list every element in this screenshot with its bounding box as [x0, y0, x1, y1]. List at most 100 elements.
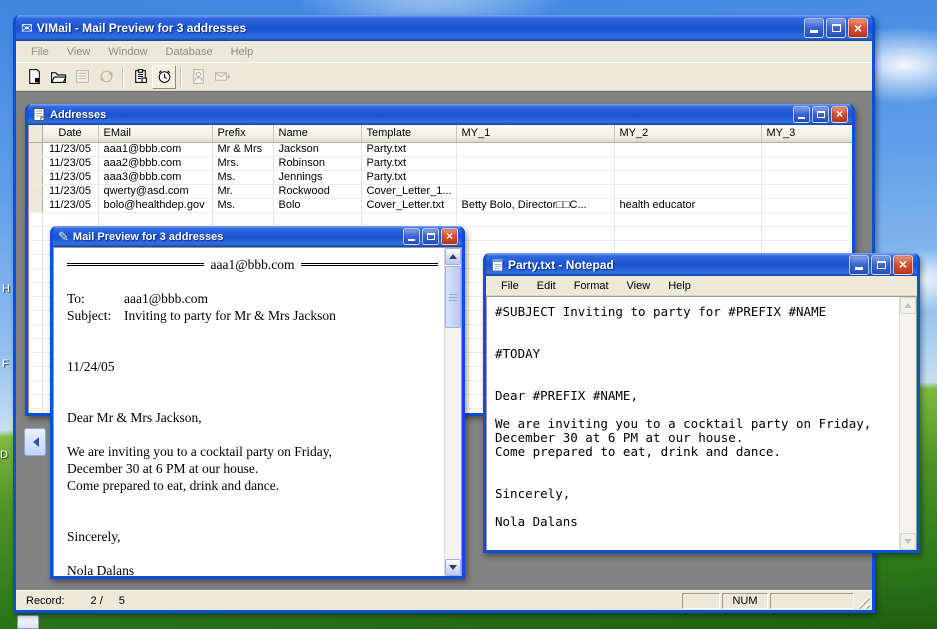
table-row[interactable]: 11/23/05 aaa1@bbb.com Mr & Mrs Jackson P…: [29, 142, 852, 156]
scroll-down-button[interactable]: [445, 559, 461, 576]
cell-email[interactable]: qwerty@asd.com: [98, 184, 212, 198]
scroll-up-button[interactable]: [445, 248, 461, 265]
minimize-button[interactable]: [403, 228, 420, 245]
send-mail-button[interactable]: [210, 65, 234, 89]
table-row[interactable]: 11/23/05 aaa3@bbb.com Ms. Jennings Party…: [29, 170, 852, 184]
scroll-down-button[interactable]: [900, 533, 916, 550]
toolbar-separator: [122, 67, 124, 87]
scroll-up-button[interactable]: [900, 297, 916, 314]
table-row[interactable]: 11/23/05 bolo@healthdep.gov Ms. Bolo Cov…: [29, 198, 852, 212]
column-header-date[interactable]: Date: [42, 125, 98, 142]
cell-my1[interactable]: [456, 170, 614, 184]
cell-my3[interactable]: [761, 198, 852, 212]
column-header-email[interactable]: EMail: [98, 125, 212, 142]
cell-template[interactable]: Party.txt: [361, 170, 456, 184]
scroll-left-button[interactable]: [24, 428, 46, 456]
clock-button[interactable]: [152, 65, 176, 89]
cell-name[interactable]: Robinson: [273, 156, 361, 170]
salutation-line: Dear Mr & Mrs Jackson,: [67, 409, 438, 426]
column-header-template[interactable]: Template: [361, 125, 456, 142]
cell-name[interactable]: Jennings: [273, 170, 361, 184]
maximize-button[interactable]: [812, 106, 829, 123]
addresses-titlebar[interactable]: Addresses ×: [28, 104, 852, 125]
menu-help[interactable]: Help: [222, 44, 263, 60]
vertical-scrollbar[interactable]: [444, 248, 461, 576]
column-header-my3[interactable]: MY_3: [761, 125, 852, 142]
cell-name[interactable]: Jackson: [273, 142, 361, 156]
vimail-titlebar[interactable]: ✉ VIMail - Mail Preview for 3 addresses …: [16, 15, 872, 41]
maximize-button[interactable]: [871, 255, 891, 275]
cell-my2[interactable]: [614, 156, 761, 170]
menu-edit[interactable]: Edit: [528, 278, 565, 294]
column-header-my2[interactable]: MY_2: [614, 125, 761, 142]
menu-file[interactable]: File: [492, 278, 528, 294]
report-button[interactable]: [186, 65, 210, 89]
close-button[interactable]: ×: [441, 228, 458, 245]
cell-date[interactable]: 11/23/05: [42, 170, 98, 184]
minimize-button[interactable]: [849, 255, 869, 275]
resize-grip[interactable]: [856, 595, 870, 609]
cell-template[interactable]: Cover_Letter_1...: [361, 184, 456, 198]
cell-my3[interactable]: [761, 142, 852, 156]
cell-prefix[interactable]: Mrs.: [212, 156, 273, 170]
menu-database[interactable]: Database: [157, 44, 222, 60]
cell-my1[interactable]: Betty Bolo, Director□□C...: [456, 198, 614, 212]
cell-my3[interactable]: [761, 170, 852, 184]
notepad-titlebar[interactable]: Party.txt - Notepad ×: [486, 253, 917, 276]
cell-email[interactable]: aaa2@bbb.com: [98, 156, 212, 170]
column-header-name[interactable]: Name: [273, 125, 361, 142]
cell-my2[interactable]: [614, 184, 761, 198]
column-header-my1[interactable]: MY_1: [456, 125, 614, 142]
cell-my2[interactable]: health educator: [614, 198, 761, 212]
cell-date[interactable]: 11/23/05: [42, 184, 98, 198]
cell-email[interactable]: aaa1@bbb.com: [98, 142, 212, 156]
form-icon: [33, 108, 46, 121]
cell-email[interactable]: aaa3@bbb.com: [98, 170, 212, 184]
column-header-prefix[interactable]: Prefix: [212, 125, 273, 142]
table-row[interactable]: 11/23/05 aaa2@bbb.com Mrs. Robinson Part…: [29, 156, 852, 170]
mail-preview-button[interactable]: [128, 65, 152, 89]
scrollbar-thumb[interactable]: [445, 266, 461, 328]
cell-template[interactable]: Cover_Letter.txt: [361, 198, 456, 212]
open-folder-button[interactable]: [46, 65, 70, 89]
cell-template[interactable]: Party.txt: [361, 156, 456, 170]
mail-preview-titlebar[interactable]: ✎ Mail Preview for 3 addresses ×: [53, 226, 462, 247]
cell-email[interactable]: bolo@healthdep.gov: [98, 198, 212, 212]
table-row[interactable]: 11/23/05 qwerty@asd.com Mr. Rockwood Cov…: [29, 184, 852, 198]
cell-prefix[interactable]: Ms.: [212, 198, 273, 212]
maximize-button[interactable]: [422, 228, 439, 245]
maximize-button[interactable]: [826, 18, 846, 38]
menu-help[interactable]: Help: [659, 278, 700, 294]
cell-name[interactable]: Rockwood: [273, 184, 361, 198]
menu-view[interactable]: View: [58, 44, 100, 60]
cell-prefix[interactable]: Mr.: [212, 184, 273, 198]
cell-my2[interactable]: [614, 170, 761, 184]
vertical-scrollbar[interactable]: [899, 297, 916, 550]
cell-my1[interactable]: [456, 142, 614, 156]
save-button[interactable]: [70, 65, 94, 89]
cell-date[interactable]: 11/23/05: [42, 156, 98, 170]
cell-my1[interactable]: [456, 184, 614, 198]
notepad-edit-area[interactable]: #SUBJECT Inviting to party for #PREFIX #…: [486, 296, 917, 550]
minimize-button[interactable]: [793, 106, 810, 123]
minimize-button[interactable]: [804, 18, 824, 38]
refresh-button[interactable]: [94, 65, 118, 89]
cell-template[interactable]: Party.txt: [361, 142, 456, 156]
cell-my1[interactable]: [456, 156, 614, 170]
cell-prefix[interactable]: Mr & Mrs: [212, 142, 273, 156]
cell-prefix[interactable]: Ms.: [212, 170, 273, 184]
cell-date[interactable]: 11/23/05: [42, 198, 98, 212]
cell-my2[interactable]: [614, 142, 761, 156]
close-button[interactable]: ×: [893, 255, 913, 275]
menu-format[interactable]: Format: [565, 278, 618, 294]
cell-date[interactable]: 11/23/05: [42, 142, 98, 156]
cell-my3[interactable]: [761, 156, 852, 170]
cell-my3[interactable]: [761, 184, 852, 198]
close-button[interactable]: ×: [848, 18, 868, 38]
new-document-button[interactable]: [22, 65, 46, 89]
menu-view[interactable]: View: [618, 278, 660, 294]
close-button[interactable]: ×: [831, 106, 848, 123]
cell-name[interactable]: Bolo: [273, 198, 361, 212]
menu-file[interactable]: File: [22, 44, 58, 60]
menu-window[interactable]: Window: [99, 44, 156, 60]
